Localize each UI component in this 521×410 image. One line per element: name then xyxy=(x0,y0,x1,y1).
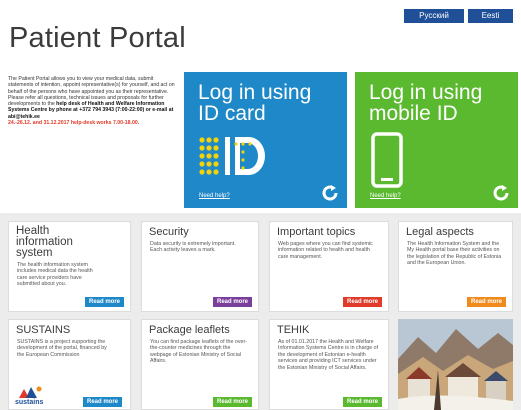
language-bar: Русский Eesti xyxy=(404,9,513,23)
id-card-icon xyxy=(199,137,265,175)
login-mobile-id-tile[interactable]: Log in using mobile ID Need help? xyxy=(355,72,518,208)
landscape-painting-image xyxy=(398,319,513,410)
card-sustains[interactable]: SUSTAINS SUSTAINS is a project supportin… xyxy=(8,319,131,410)
card-description: Web pages where you can find systemic in… xyxy=(278,241,373,260)
language-estonian-button[interactable]: Eesti xyxy=(468,9,513,23)
card-description: The health information system includes m… xyxy=(17,262,93,288)
card-title: Legal aspects xyxy=(406,226,474,238)
card-description: Data security is extremely important. Ea… xyxy=(150,241,236,254)
login-id-card-title: Log in using ID card xyxy=(198,81,312,125)
read-more-button[interactable]: Read more xyxy=(84,297,124,307)
intro-text: The Patient Portal allows you to view yo… xyxy=(8,76,178,126)
refresh-icon xyxy=(322,185,338,201)
card-title: Health information system xyxy=(16,225,73,259)
card-title: Important topics xyxy=(277,226,356,238)
read-more-button[interactable]: Read more xyxy=(82,397,122,407)
card-description: As of 01.01.2017 the Health and Welfare … xyxy=(278,339,379,371)
sustains-logo-text: sustains xyxy=(15,399,44,406)
refresh-icon xyxy=(493,185,509,201)
language-russian-button[interactable]: Русский xyxy=(404,9,464,23)
intro-holiday-notice: 24.-26.12. and 31.12.2017 help-desk work… xyxy=(8,120,140,127)
mobile-id-need-help-link[interactable]: Need help? xyxy=(370,193,401,199)
card-important-topics[interactable]: Important topics Web pages where you can… xyxy=(269,221,389,312)
painting-image xyxy=(398,319,513,410)
sustains-logo: sustains xyxy=(15,384,49,406)
id-card-need-help-link[interactable]: Need help? xyxy=(199,193,230,199)
card-legal-aspects[interactable]: Legal aspects The Health Information Sys… xyxy=(398,221,513,312)
card-description: The Health Information System and the My… xyxy=(407,241,502,267)
page-title: Patient Portal xyxy=(9,22,186,54)
login-id-card-tile[interactable]: Log in using ID card Need help? xyxy=(184,72,347,208)
read-more-button[interactable]: Read more xyxy=(342,297,382,307)
read-more-button[interactable]: Read more xyxy=(466,297,506,307)
card-title: Security xyxy=(149,226,189,238)
login-mobile-id-title: Log in using mobile ID xyxy=(369,81,483,125)
read-more-button[interactable]: Read more xyxy=(212,397,252,407)
mobile-phone-icon xyxy=(371,132,403,188)
read-more-button[interactable]: Read more xyxy=(342,397,382,407)
card-health-information-system[interactable]: Health information system The health inf… xyxy=(8,221,131,312)
card-tehik[interactable]: TEHIK As of 01.01.2017 the Health and We… xyxy=(269,319,389,410)
card-description: You can find package leaflets of the ove… xyxy=(150,339,247,365)
card-description: SUSTAINS is a project supporting the dev… xyxy=(17,339,107,358)
card-title: SUSTAINS xyxy=(16,324,71,336)
sustains-logo-icon xyxy=(19,386,42,398)
read-more-button[interactable]: Read more xyxy=(212,297,252,307)
card-security[interactable]: Security Data security is extremely impo… xyxy=(141,221,259,312)
card-title: TEHIK xyxy=(277,324,310,336)
intro-paragraph-1: The Patient Portal allows you to view yo… xyxy=(8,76,175,95)
card-title: Package leaflets xyxy=(149,324,230,336)
card-package-leaflets[interactable]: Package leaflets You can find package le… xyxy=(141,319,259,410)
